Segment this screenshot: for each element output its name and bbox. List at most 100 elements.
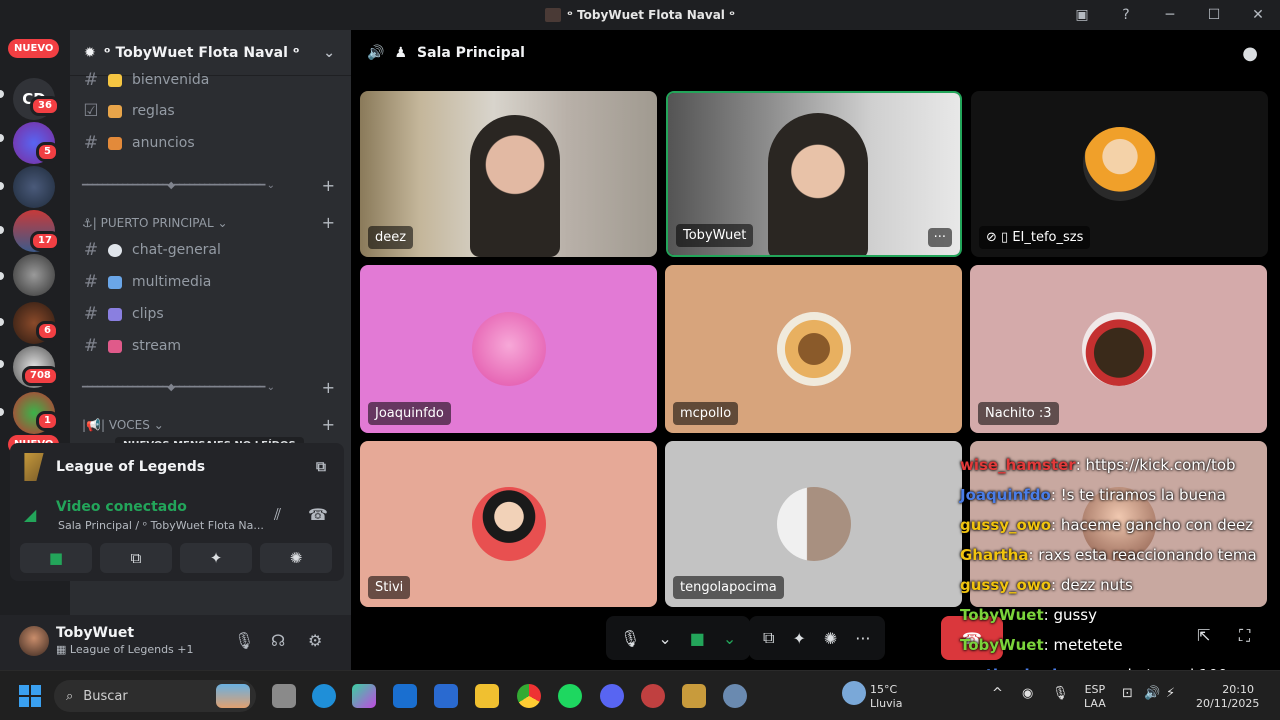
channel-label: bienvenida xyxy=(132,72,210,88)
settings-icon[interactable]: ⚙ xyxy=(308,631,322,650)
chevron-up-icon[interactable]: ^ xyxy=(992,687,1003,701)
soundboard-button[interactable]: ✺ xyxy=(260,543,332,573)
channel-stream[interactable]: # stream xyxy=(82,334,181,358)
add-channel-icon[interactable]: + xyxy=(322,415,335,434)
channel-label: multimedia xyxy=(132,274,212,290)
chevron-down-icon[interactable]: ⌄ xyxy=(723,629,736,648)
share-screen-icon[interactable]: ⧉ xyxy=(316,459,326,475)
participant-name: ⊘ ▯ EI_tefo_szs xyxy=(979,226,1091,249)
user-avatar xyxy=(471,312,546,386)
lang-bottom: LAA xyxy=(1084,697,1106,710)
microphone-icon[interactable]: 🎙 xyxy=(234,631,254,650)
video-tile-stivi[interactable]: Stivi xyxy=(360,441,657,607)
video-tile-tefo[interactable]: ⊘ ▯ EI_tefo_szs xyxy=(971,91,1268,257)
channel-reglas[interactable]: ☑ reglas xyxy=(82,99,174,123)
hash-icon: # xyxy=(83,304,99,324)
clock[interactable]: 20:10 20/11/2025 xyxy=(1196,683,1259,711)
divider: ━━━━━━━━━━━━━━━━━◆━━━━━━━━━━━━━━━━━━ ⌄ xyxy=(82,382,275,393)
copilot-icon[interactable] xyxy=(352,684,376,708)
unread-pill xyxy=(0,360,4,368)
inbox-icon[interactable]: ▣ xyxy=(1060,0,1104,30)
video-tile-deez[interactable]: deez xyxy=(360,91,657,257)
more-button[interactable]: ··· xyxy=(855,629,870,648)
unread-badge: 708 xyxy=(22,366,59,386)
language-indicator[interactable]: ESP LAA xyxy=(1084,683,1106,711)
more-options-icon[interactable]: ··· xyxy=(927,228,952,247)
help-icon[interactable]: ? xyxy=(1104,0,1148,30)
voice-status[interactable]: Video conectado xyxy=(56,499,187,515)
volume-icon[interactable]: 🔊 xyxy=(1144,687,1160,701)
new-badge-top[interactable]: NUEVO xyxy=(8,39,60,58)
unread-pill xyxy=(0,318,4,326)
camera-button[interactable]: ■ xyxy=(690,629,705,648)
search-icon: ⌕ xyxy=(66,688,74,704)
activities-button[interactable]: ✦ xyxy=(792,629,805,648)
network-icon[interactable]: ⊡ xyxy=(1122,687,1133,701)
microphone-button[interactable]: 🎙 xyxy=(620,629,640,648)
close-button[interactable]: ✕ xyxy=(1236,0,1280,30)
voice-location[interactable]: Sala Principal / ᵒ TobyWuet Flota Na... xyxy=(58,519,264,532)
activity-game: League of Legends xyxy=(56,459,206,475)
microphone-tray-icon[interactable]: 🎙 xyxy=(1052,687,1069,701)
chat-text: : dezz nuts xyxy=(1051,576,1133,594)
channel-bienvenida[interactable]: # bienvenida xyxy=(82,68,210,92)
camera-button[interactable]: ■ xyxy=(20,543,92,573)
avatar[interactable] xyxy=(19,626,49,656)
obs-icon[interactable] xyxy=(641,684,665,708)
file-explorer-icon[interactable] xyxy=(475,684,499,708)
activities-button[interactable]: ✦ xyxy=(180,543,252,573)
chat-username: Ghartha xyxy=(960,546,1029,564)
chat-bubble-icon[interactable]: ● xyxy=(1242,43,1258,64)
search-box[interactable]: ⌕ Buscar xyxy=(54,680,256,712)
video-tile-mcpollo[interactable]: mcpollo xyxy=(665,265,962,433)
noise-suppression-icon[interactable]: ⫽ xyxy=(274,505,281,525)
battery-icon[interactable]: ⚡ xyxy=(1166,687,1175,701)
weather-widget[interactable]: 15°C Lluvia xyxy=(870,683,902,711)
activity-panel[interactable]: League of Legends ⧉ xyxy=(10,443,344,491)
settings-app-icon[interactable] xyxy=(723,684,747,708)
chevron-down-icon[interactable]: ⌄ xyxy=(658,629,671,648)
category-voces[interactable]: |📢| VOCES ⌄ xyxy=(82,418,164,432)
discord-icon[interactable] xyxy=(600,684,624,708)
user-avatar xyxy=(1081,312,1156,386)
channel-multimedia[interactable]: # multimedia xyxy=(82,270,212,294)
disconnect-icon[interactable]: ☎ xyxy=(308,505,328,524)
outlook-icon[interactable] xyxy=(393,684,417,708)
voice-panel: ◢ Video conectado Sala Principal / ᵒ Tob… xyxy=(10,491,344,581)
channel-label: stream xyxy=(132,338,182,354)
add-channel-icon[interactable]: + xyxy=(322,176,335,195)
security-icon[interactable]: ◉ xyxy=(1022,687,1033,701)
video-tile-joaquinfdo[interactable]: Joaquinfdo xyxy=(360,265,657,433)
video-tile-nachito[interactable]: Nachito :3 xyxy=(970,265,1267,433)
person-silhouette xyxy=(470,115,560,257)
unread-pill xyxy=(0,226,4,234)
rules-icon: ☑ xyxy=(83,101,99,121)
server-icon[interactable] xyxy=(13,254,55,296)
league-client-icon[interactable] xyxy=(682,684,706,708)
video-tile-tengolapocima[interactable]: tengolapocima xyxy=(665,441,962,607)
windows-start-icon[interactable] xyxy=(19,685,41,707)
server-icon[interactable] xyxy=(13,166,55,208)
maximize-button[interactable]: ☐ xyxy=(1192,0,1236,30)
audio-video-controls: 🎙 ⌄ ■ ⌄ xyxy=(606,616,751,660)
chat-username: wise_hamster xyxy=(960,456,1076,474)
add-channel-icon[interactable]: + xyxy=(322,213,335,232)
store-icon[interactable] xyxy=(434,684,458,708)
category-puerto[interactable]: ⚓| PUERTO PRINCIPAL ⌄ xyxy=(82,216,228,230)
minimize-button[interactable]: ─ xyxy=(1148,0,1192,30)
video-tile-tobywuet[interactable]: TobyWuet ··· xyxy=(666,91,962,257)
edge-icon[interactable] xyxy=(312,684,336,708)
channel-clips[interactable]: # clips xyxy=(82,302,164,326)
screen-share-button[interactable]: ⧉ xyxy=(100,543,172,573)
add-channel-icon[interactable]: + xyxy=(322,378,335,397)
activities-icon: ✦ xyxy=(209,549,223,567)
channel-chat-general[interactable]: # chat-general xyxy=(82,238,221,262)
screen-share-button[interactable]: ⧉ xyxy=(763,628,774,648)
chrome-icon[interactable] xyxy=(517,684,541,708)
spotify-icon[interactable] xyxy=(558,684,582,708)
user-avatar xyxy=(471,487,546,561)
soundboard-button[interactable]: ✺ xyxy=(824,629,837,648)
headphones-icon[interactable]: ☊ xyxy=(271,631,285,650)
task-view-icon[interactable] xyxy=(272,684,296,708)
channel-anuncios[interactable]: # anuncios xyxy=(82,131,195,155)
